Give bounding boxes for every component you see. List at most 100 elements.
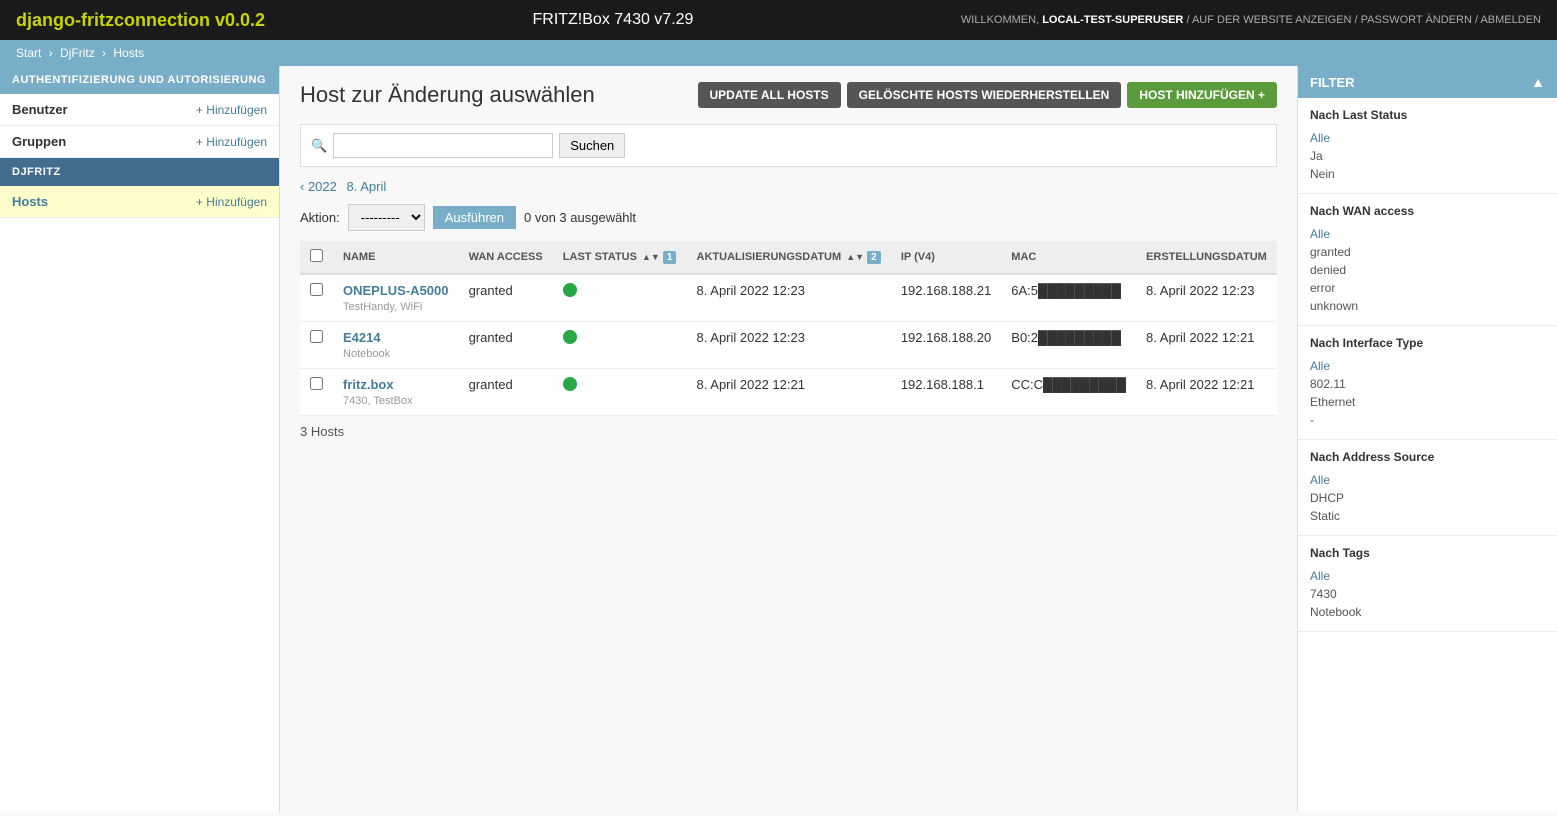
host-name-link[interactable]: ONEPLUS-A5000 [343, 283, 449, 298]
auth-section-header: AUTHENTIFIZIERUNG UND AUTORISIERUNG [0, 66, 279, 94]
filter-section: Nach Last StatusAlleJaNein [1298, 98, 1557, 194]
breadcrumb-start[interactable]: Start [16, 46, 41, 60]
action-row: Aktion: --------- Ausführen 0 von 3 ausg… [300, 204, 1277, 231]
fritz-box-title: FRITZ!Box 7430 v7.29 [532, 11, 693, 29]
search-button[interactable]: Suchen [559, 133, 625, 158]
date-current-link[interactable]: 8. April [347, 179, 387, 194]
filter-item[interactable]: Alle [1310, 470, 1545, 489]
sidebar-item-hosts[interactable]: Hosts + Hinzufügen [0, 186, 279, 218]
row-checkbox [300, 369, 333, 416]
filter-section-title: Nach Interface Type [1310, 336, 1545, 350]
filter-item[interactable]: Alle [1310, 128, 1545, 147]
breadcrumb-djfritz[interactable]: DjFritz [60, 46, 95, 60]
main-layout: AUTHENTIFIZIERUNG UND AUTORISIERUNG Benu… [0, 66, 1557, 812]
page-title: Host zur Änderung auswählen [300, 82, 595, 108]
sidebar-item-benutzer: Benutzer + Hinzufügen [0, 94, 279, 126]
main-content: Host zur Änderung auswählen UPDATE ALL H… [280, 66, 1297, 812]
filter-item[interactable]: 802.11 [1310, 375, 1545, 393]
col-name: NAME [333, 241, 459, 274]
row-ip-v4: 192.168.188.21 [891, 274, 1001, 322]
row-name: E4214 Notebook [333, 322, 459, 369]
row-erstellungsdatum: 8. April 2022 12:23 [1136, 274, 1277, 322]
filter-item[interactable]: DHCP [1310, 489, 1545, 507]
row-ip-v4: 192.168.188.1 [891, 369, 1001, 416]
filter-item[interactable]: Static [1310, 507, 1545, 525]
row-name: ONEPLUS-A5000 TestHandy, WiFi [333, 274, 459, 322]
col-last-status[interactable]: LAST STATUS ▲▼ 1 [553, 241, 687, 274]
row-erstellungsdatum: 8. April 2022 12:21 [1136, 369, 1277, 416]
filter-item[interactable]: unknown [1310, 297, 1545, 315]
row-aktualisierungsdatum: 8. April 2022 12:23 [687, 274, 891, 322]
benutzer-add-link[interactable]: + Hinzufügen [196, 103, 267, 117]
filter-sections: Nach Last StatusAlleJaNeinNach WAN acces… [1298, 98, 1557, 632]
date-back-link[interactable]: ‹ 2022 [300, 179, 337, 194]
gruppen-add-link[interactable]: + Hinzufügen [196, 135, 267, 149]
action-buttons: UPDATE ALL HOSTS GELÖSCHTE HOSTS WIEDERH… [698, 82, 1277, 108]
row-last-status [553, 369, 687, 416]
filter-item[interactable]: Alle [1310, 566, 1545, 585]
filter-item[interactable]: Nein [1310, 165, 1545, 183]
table-row: fritz.box 7430, TestBox granted 8. April… [300, 369, 1277, 416]
filter-item[interactable]: granted [1310, 243, 1545, 261]
date-nav: ‹ 2022 8. April [300, 179, 1277, 194]
row-mac: B0:2█████████ [1001, 322, 1136, 369]
filter-collapse-icon[interactable]: ▲ [1531, 74, 1545, 90]
filter-item[interactable]: Notebook [1310, 603, 1545, 621]
host-name-link[interactable]: fritz.box [343, 377, 449, 392]
status-icon [563, 283, 577, 297]
filter-item-link[interactable]: Alle [1310, 359, 1330, 373]
filter-item-link[interactable]: Alle [1310, 131, 1330, 145]
action-execute-button[interactable]: Ausführen [433, 206, 516, 229]
action-label: Aktion: [300, 210, 340, 225]
search-input[interactable] [333, 133, 553, 158]
filter-section-title: Nach Tags [1310, 546, 1545, 560]
row-wan-access: granted [459, 369, 553, 416]
row-aktualisierungsdatum: 8. April 2022 12:21 [687, 369, 891, 416]
row-select-checkbox[interactable] [310, 283, 323, 296]
col-wan-access: WAN ACCESS [459, 241, 553, 274]
filter-section-title: Nach WAN access [1310, 204, 1545, 218]
col-mac: MAC [1001, 241, 1136, 274]
restore-hosts-button[interactable]: GELÖSCHTE HOSTS WIEDERHERSTELLEN [847, 82, 1122, 108]
filter-item[interactable]: error [1310, 279, 1545, 297]
selection-info: 0 von 3 ausgewählt [524, 210, 636, 225]
nav-password-link[interactable]: PASSWORT ÄNDERN [1361, 14, 1472, 26]
search-icon: 🔍 [311, 138, 327, 154]
hosts-add-link[interactable]: + Hinzufügen [196, 195, 267, 209]
filter-section: Nach Tags Alle 7430Notebook [1298, 536, 1557, 632]
row-wan-access: granted [459, 322, 553, 369]
filter-panel: FILTER ▲ Nach Last StatusAlleJaNeinNach … [1297, 66, 1557, 812]
row-name: fritz.box 7430, TestBox [333, 369, 459, 416]
filter-item[interactable]: Ja [1310, 147, 1545, 165]
row-mac: CC:C█████████ [1001, 369, 1136, 416]
row-select-checkbox[interactable] [310, 330, 323, 343]
breadcrumb-current: Hosts [113, 46, 144, 60]
page-title-row: Host zur Änderung auswählen UPDATE ALL H… [300, 82, 1277, 108]
filter-item[interactable]: Ethernet [1310, 393, 1545, 411]
filter-section: Nach Address SourceAlleDHCPStatic [1298, 440, 1557, 536]
update-all-hosts-button[interactable]: UPDATE ALL HOSTS [698, 82, 841, 108]
col-aktualisierungsdatum[interactable]: AKTUALISIERUNGSDATUM ▲▼ 2 [687, 241, 891, 274]
nav-logout-link[interactable]: ABMELDEN [1480, 14, 1541, 26]
filter-item-link[interactable]: Alle [1310, 569, 1330, 583]
filter-item[interactable]: - [1310, 411, 1545, 429]
status-icon [563, 330, 577, 344]
filter-item[interactable]: Alle [1310, 356, 1545, 375]
filter-item[interactable]: 7430 [1310, 585, 1545, 603]
filter-item[interactable]: denied [1310, 261, 1545, 279]
nav-website-link[interactable]: AUF DER WEBSITE ANZEIGEN [1192, 14, 1352, 26]
filter-item-link[interactable]: Alle [1310, 473, 1330, 487]
select-all-checkbox[interactable] [310, 249, 323, 262]
app-title: django-fritzconnection v0.0.2 [16, 10, 265, 31]
add-host-button[interactable]: HOST HINZUFÜGEN + [1127, 82, 1277, 108]
row-ip-v4: 192.168.188.20 [891, 322, 1001, 369]
col-erstellungsdatum: ERSTELLUNGSDATUM [1136, 241, 1277, 274]
row-select-checkbox[interactable] [310, 377, 323, 390]
action-select[interactable]: --------- [348, 204, 425, 231]
search-bar: 🔍 Suchen [300, 124, 1277, 167]
row-wan-access: granted [459, 274, 553, 322]
host-name-link[interactable]: E4214 [343, 330, 449, 345]
filter-item[interactable]: Alle [1310, 224, 1545, 243]
col-checkbox [300, 241, 333, 274]
filter-item-link[interactable]: Alle [1310, 227, 1330, 241]
